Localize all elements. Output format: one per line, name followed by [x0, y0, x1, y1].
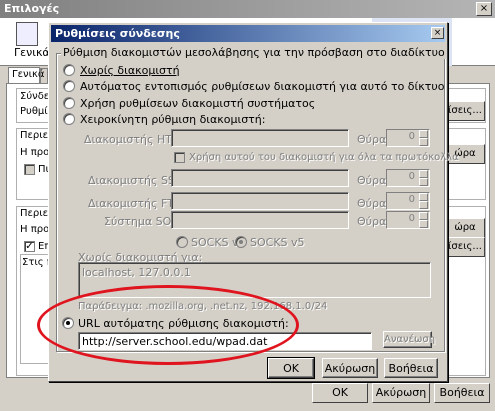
tab-next[interactable]: [40, 68, 48, 83]
options-close-button[interactable]: ×: [476, 2, 492, 16]
tab-general[interactable]: Γενικά: [8, 67, 44, 83]
socks-port-down[interactable]: [419, 220, 428, 228]
radio-auto-detect[interactable]: [63, 80, 75, 92]
options-help-button[interactable]: Βοήθεια: [434, 383, 490, 403]
options-window-title: Επιλογές: [0, 0, 495, 18]
socks-port-up[interactable]: [419, 212, 428, 220]
radio-no-proxy-label[interactable]: Χωρίς διακομιστή: [80, 64, 180, 77]
http-port-down[interactable]: [419, 138, 428, 146]
ftp-proxy-label: Διακομιστής FTP:: [88, 197, 185, 210]
http-proxy-input[interactable]: [171, 129, 349, 147]
options-ok-button[interactable]: OK: [312, 383, 368, 403]
reload-button[interactable]: Ανανέωση: [383, 331, 435, 348]
ssl-port-down[interactable]: [419, 178, 428, 186]
content-group-2-text: Η προ: [20, 224, 50, 235]
radio-system-proxy-label[interactable]: Χρήση ρυθμίσεων διακομιστή συστήματος: [80, 97, 315, 110]
content-group-2-list[interactable]: [20, 254, 50, 364]
ssl-port-up[interactable]: [419, 170, 428, 178]
dialog-cancel-button[interactable]: Ακύρωση: [322, 358, 378, 378]
radio-auto-detect-label[interactable]: Αυτόματος εντοπισμός ρυθμίσεων διακομιστ…: [80, 80, 444, 93]
radio-no-proxy[interactable]: [63, 64, 75, 76]
socks-host-input[interactable]: [171, 211, 349, 229]
general-pane-label[interactable]: Γενικά: [14, 46, 50, 59]
connection-group-label: Σύνδε: [20, 91, 50, 102]
radio-manual-proxy-label[interactable]: Χειροκίνητη ρύθμιση διακομιστή:: [80, 113, 265, 126]
general-pane-icon[interactable]: [16, 22, 38, 46]
dialog-help-button[interactable]: Βοήθεια: [384, 358, 438, 378]
radio-socks-v4[interactable]: [176, 236, 188, 248]
http-port-up[interactable]: [419, 130, 428, 138]
content-group-2-checkbox[interactable]: ✓: [24, 241, 35, 252]
same-proxy-checkbox[interactable]: [174, 152, 185, 163]
no-proxy-for-value: localhost, 127.0.0.1: [82, 266, 191, 279]
proxy-config-group-label: Ρύθμιση διακομιστών μεσολάβησης για την …: [61, 46, 447, 59]
content-group-1-checkbox[interactable]: [24, 164, 35, 175]
content-group-2-button-1[interactable]: ώρα: [445, 218, 485, 238]
content-group-2-button-2[interactable]: ίσεις...: [445, 237, 485, 257]
radio-manual-proxy[interactable]: [63, 113, 75, 125]
dialog-ok-button[interactable]: OK: [267, 357, 315, 379]
ftp-port-up[interactable]: [419, 193, 428, 201]
same-proxy-label: Χρήση αυτού του διακομιστή για όλα τα πρ…: [189, 152, 459, 163]
radio-socks-v5[interactable]: [235, 236, 247, 248]
dialog-close-button[interactable]: ×: [431, 27, 444, 39]
ssl-proxy-input[interactable]: [171, 169, 349, 187]
radio-system-proxy[interactable]: [63, 97, 75, 109]
ftp-port-down[interactable]: [419, 201, 428, 209]
ftp-proxy-input[interactable]: [171, 192, 349, 210]
dialog-title: Ρυθμίσεις σύνδεσης: [51, 25, 445, 42]
options-cancel-button[interactable]: Ακύρωση: [372, 383, 430, 403]
radio-socks-v5-label: SOCKS v5: [250, 236, 305, 249]
content-group-1-text: Η προ: [20, 147, 50, 158]
connection-settings-button[interactable]: ίσεις...: [445, 101, 485, 121]
highlight-ellipse: [37, 285, 299, 365]
